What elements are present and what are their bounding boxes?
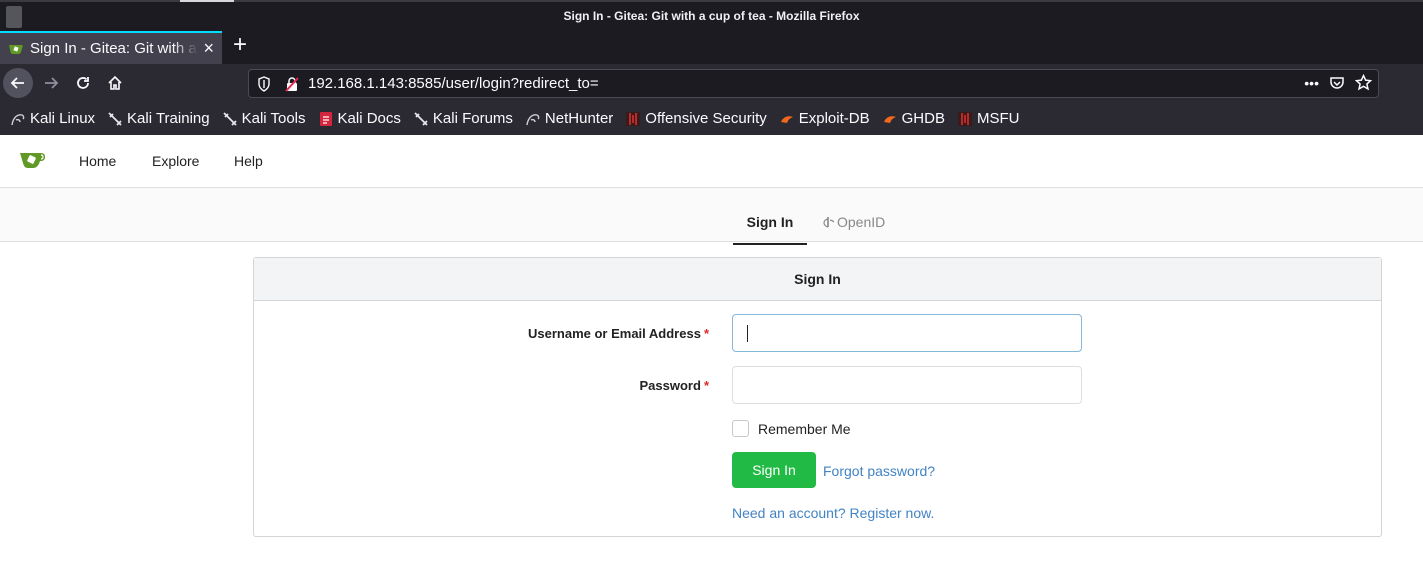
insecure-lock-icon[interactable] bbox=[285, 76, 299, 92]
bookmark-kali-forums[interactable]: Kali Forums bbox=[413, 110, 513, 127]
pocket-icon[interactable] bbox=[1329, 75, 1345, 91]
gitea-favicon-icon bbox=[9, 44, 23, 54]
bookmark-kali-docs[interactable]: Kali Docs bbox=[318, 110, 401, 127]
nav-help-link[interactable]: Help bbox=[234, 153, 263, 169]
bookmark-label: NetHunter bbox=[544, 110, 614, 127]
remember-me-label[interactable]: Remember Me bbox=[758, 421, 851, 437]
remember-me-option[interactable]: Remember Me bbox=[732, 420, 851, 437]
address-bar[interactable]: 192.168.1.143:8585/user/login?redirect_t… bbox=[248, 69, 1379, 98]
nav-home-link[interactable]: Home bbox=[79, 153, 116, 169]
kali-dragon-icon bbox=[526, 113, 540, 125]
register-link[interactable]: Need an account? Register now. bbox=[732, 505, 934, 521]
bookmark-label: Kali Training bbox=[127, 110, 210, 127]
username-input[interactable] bbox=[732, 314, 1082, 352]
bookmark-offensive-security[interactable]: Offensive Security bbox=[625, 110, 767, 127]
bookmark-ghdb[interactable]: GHDB bbox=[882, 110, 945, 127]
exploitdb-icon bbox=[780, 115, 793, 123]
bookmark-label: Exploit-DB bbox=[798, 110, 870, 127]
nav-explore-link[interactable]: Explore bbox=[152, 153, 199, 169]
remember-me-checkbox[interactable] bbox=[732, 420, 749, 437]
reload-button[interactable] bbox=[68, 68, 98, 98]
arrow-left-icon bbox=[10, 77, 24, 89]
kali-dragon-icon bbox=[11, 113, 25, 125]
bookmark-label: Offensive Security bbox=[645, 110, 767, 127]
text-caret bbox=[747, 325, 748, 342]
offsec-icon bbox=[957, 111, 972, 126]
bookmark-kali-tools[interactable]: Kali Tools bbox=[222, 110, 306, 127]
sign-in-button[interactable]: Sign In bbox=[732, 452, 816, 488]
form-header: Sign In bbox=[254, 258, 1381, 301]
bookmark-nethunter[interactable]: NetHunter bbox=[525, 110, 613, 127]
tab-sign-in[interactable]: Sign In bbox=[733, 214, 807, 245]
gitea-navbar: Home Explore Help bbox=[0, 135, 1423, 188]
signin-form-card: Sign In Username or Email Address * Passw… bbox=[253, 257, 1382, 537]
titlebar-accent bbox=[180, 0, 234, 2]
bookmark-label: Kali Tools bbox=[241, 110, 306, 127]
required-mark: * bbox=[703, 378, 709, 393]
bookmark-msfu[interactable]: MSFU bbox=[957, 110, 1020, 127]
bookmark-exploit-db[interactable]: Exploit-DB bbox=[779, 110, 870, 127]
password-input[interactable] bbox=[732, 366, 1082, 404]
username-label-text: Username or Email Address bbox=[528, 326, 701, 341]
exploitdb-icon bbox=[883, 115, 896, 123]
password-label-text: Password bbox=[639, 378, 701, 393]
tab-openid-label: OpenID bbox=[837, 214, 886, 230]
page-actions-icon[interactable]: ••• bbox=[1304, 75, 1319, 91]
navigation-toolbar: 192.168.1.143:8585/user/login?redirect_t… bbox=[0, 64, 1423, 102]
kali-sword-icon bbox=[108, 111, 122, 126]
arrow-right-icon bbox=[45, 77, 59, 89]
forgot-password-link[interactable]: Forgot password? bbox=[823, 463, 935, 479]
bookmarks-toolbar: Kali Linux Kali Training Kali Tools Kali… bbox=[0, 102, 1423, 135]
kali-docs-icon bbox=[319, 111, 332, 126]
reload-icon bbox=[77, 77, 89, 89]
window-titlebar: Sign In - Gitea: Git with a cup of tea -… bbox=[0, 0, 1423, 31]
url-text[interactable]: 192.168.1.143:8585/user/login?redirect_t… bbox=[308, 75, 599, 92]
kali-sword-icon bbox=[414, 111, 428, 126]
required-mark: * bbox=[703, 326, 709, 341]
tracking-shield-icon[interactable] bbox=[257, 76, 271, 92]
tab-strip: Sign In - Gitea: Git with a cup of tea ×… bbox=[0, 31, 1423, 64]
username-label: Username or Email Address * bbox=[528, 326, 709, 341]
offsec-icon bbox=[626, 111, 641, 126]
tab-openid[interactable]: OpenID bbox=[823, 214, 885, 230]
window-title: Sign In - Gitea: Git with a cup of tea -… bbox=[563, 9, 860, 23]
url-actions: ••• bbox=[1304, 74, 1372, 91]
home-icon bbox=[108, 75, 122, 90]
bookmark-star-icon[interactable] bbox=[1355, 74, 1372, 91]
bookmark-label: Kali Forums bbox=[432, 110, 513, 127]
kali-sword-icon bbox=[222, 111, 237, 126]
password-label: Password * bbox=[640, 378, 709, 393]
page-content: Home Explore Help Sign In OpenID Sign In… bbox=[0, 135, 1423, 571]
back-button[interactable] bbox=[3, 68, 33, 98]
gitea-logo-icon[interactable] bbox=[19, 150, 47, 170]
bookmark-label: Kali Docs bbox=[337, 110, 401, 127]
bookmark-label: MSFU bbox=[976, 110, 1020, 127]
openid-icon bbox=[823, 217, 835, 228]
signin-method-tabs: Sign In OpenID bbox=[0, 188, 1423, 245]
forward-button[interactable] bbox=[36, 68, 66, 98]
bookmark-kali-linux[interactable]: Kali Linux bbox=[10, 110, 95, 127]
new-tab-button[interactable]: + bbox=[228, 33, 252, 59]
tab-label: Sign In - Gitea: Git with a cup of tea bbox=[30, 40, 198, 57]
bookmark-label: Kali Linux bbox=[30, 110, 96, 127]
home-button[interactable] bbox=[100, 68, 130, 98]
bookmark-kali-training[interactable]: Kali Training bbox=[107, 110, 210, 127]
tab-close-icon[interactable]: × bbox=[203, 39, 214, 57]
bookmark-label: GHDB bbox=[901, 110, 945, 127]
tab-gitea-signin[interactable]: Sign In - Gitea: Git with a cup of tea × bbox=[0, 31, 222, 64]
